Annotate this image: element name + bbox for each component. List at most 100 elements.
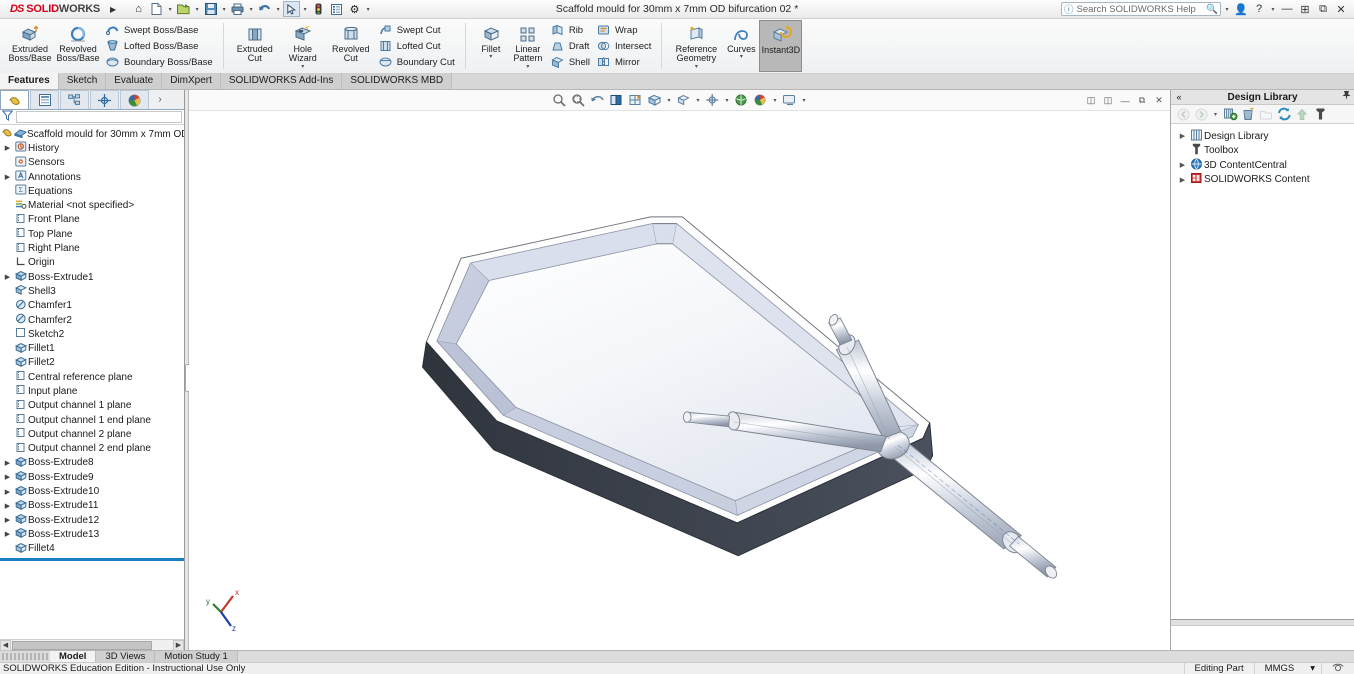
lofted-cut-button[interactable]: Lofted Cut (375, 39, 458, 54)
tree-item-sensors[interactable]: Sensors (0, 156, 184, 170)
save-caret-icon[interactable]: ▾ (220, 6, 228, 13)
view-settings-icon[interactable] (752, 92, 769, 109)
instant3d-button[interactable]: Instant3D (759, 20, 802, 72)
menu-expand-arrow[interactable]: ▶ (106, 2, 120, 16)
tab-model[interactable]: Model (50, 651, 96, 662)
tab-solidworks-add-ins[interactable]: SOLIDWORKS Add-Ins (221, 73, 342, 89)
scrollbar-thumb[interactable] (12, 641, 152, 650)
tab-evaluate[interactable]: Evaluate (106, 73, 162, 89)
tree-expand-arrow[interactable]: ▶ (2, 502, 13, 510)
previous-view-icon[interactable] (589, 92, 606, 109)
more-tabs-chevron-icon[interactable]: › (150, 90, 170, 109)
create-folder-icon[interactable] (1258, 106, 1274, 122)
add-to-library-icon[interactable] (1222, 106, 1238, 122)
units-caret-icon[interactable]: ▾ (1304, 663, 1321, 674)
tree-expand-arrow[interactable]: ▶ (1177, 176, 1188, 184)
design-library-item-design-library[interactable]: ▶ Design Library (1171, 129, 1354, 144)
rebuild-status-icon[interactable] (310, 1, 327, 17)
boundary-boss-base-button[interactable]: Boundary Boss/Base (102, 55, 216, 70)
tree-item-boss-extrude13[interactable]: ▶Boss-Extrude13 (0, 527, 184, 541)
tree-expand-arrow[interactable]: ▶ (2, 530, 13, 538)
new-document-icon[interactable] (148, 1, 165, 17)
dimxpert-manager-tab[interactable] (90, 90, 119, 109)
hole-wizard-button[interactable]: Hole Wizard ▾ (279, 20, 327, 72)
reference-geometry-dropdown-caret-icon[interactable]: ▾ (695, 65, 698, 70)
forward-icon[interactable] (1193, 106, 1209, 122)
scaffold-mould-3d-model[interactable] (189, 111, 1170, 650)
viewport-caret-icon[interactable]: ▾ (800, 97, 808, 104)
tree-item-material[interactable]: Material <not specified> (0, 198, 184, 212)
tab-sketch[interactable]: Sketch (59, 73, 107, 89)
tab-motion-study-1[interactable]: Motion Study 1 (155, 651, 237, 662)
home-icon[interactable]: ⌂ (130, 1, 147, 17)
revolved-boss-base-button[interactable]: Revolved Boss/Base (54, 20, 102, 72)
restore-button[interactable]: ⊞ (1297, 2, 1313, 16)
search-icon[interactable]: 🔍 (1206, 4, 1218, 15)
tree-item-sketch2[interactable]: Sketch2 (0, 327, 184, 341)
back-icon[interactable] (1175, 106, 1191, 122)
tree-item-output-channel-2-end-plane[interactable]: Output channel 2 end plane (0, 442, 184, 456)
tree-item-output-channel-1-plane[interactable]: Output channel 1 plane (0, 399, 184, 413)
section-view-icon[interactable] (608, 92, 625, 109)
intersect-button[interactable]: Intersect (593, 39, 654, 54)
tree-item-chamfer2[interactable]: Chamfer2 (0, 313, 184, 327)
toolbox-settings-icon[interactable] (1312, 106, 1328, 122)
hide-show-caret-icon[interactable]: ▾ (694, 97, 702, 104)
new-document-caret-icon[interactable]: ▾ (166, 6, 174, 13)
scroll-left-arrow-icon[interactable]: ◀ (0, 640, 11, 651)
tree-expand-arrow[interactable]: ▶ (2, 488, 13, 496)
view-orientation-icon[interactable] (627, 92, 644, 109)
tree-expand-arrow[interactable]: ▶ (2, 459, 13, 467)
hide-show-items-icon[interactable] (675, 92, 692, 109)
tree-expand-arrow[interactable]: ▶ (2, 473, 13, 481)
tree-item-equations[interactable]: ΣEquations (0, 184, 184, 198)
design-library-item-toolbox[interactable]: Toolbox (1171, 144, 1354, 159)
linear-pattern-button[interactable]: Linear Pattern ▾ (509, 20, 547, 72)
tree-expand-arrow[interactable]: ▶ (1177, 161, 1188, 169)
display-manager-tab[interactable] (120, 90, 149, 109)
settings-caret-icon[interactable]: ▾ (364, 6, 372, 13)
fillet-button[interactable]: Fillet ▾ (473, 20, 509, 72)
mirror-button[interactable]: Mirror (593, 55, 654, 70)
design-library-tree[interactable]: ▶ Design Library Toolbox ▶ (1171, 124, 1354, 619)
fillet-dropdown-caret-icon[interactable]: ▾ (489, 55, 492, 60)
feature-tree-tab[interactable] (0, 90, 29, 109)
select-tool-icon[interactable] (283, 1, 300, 17)
pin-icon[interactable] (1338, 90, 1354, 104)
boundary-cut-button[interactable]: Boundary Cut (375, 55, 458, 70)
tree-item-annotations[interactable]: ▶Annotations (0, 170, 184, 184)
minimize-button[interactable]: — (1279, 2, 1295, 16)
tree-item-history[interactable]: ▶History (0, 141, 184, 155)
apply-scene-icon[interactable] (733, 92, 750, 109)
open-document-caret-icon[interactable]: ▾ (193, 6, 201, 13)
undo-caret-icon[interactable]: ▾ (274, 6, 282, 13)
tree-item-output-channel-2-plane[interactable]: Output channel 2 plane (0, 427, 184, 441)
tree-item-boss-extrude9[interactable]: ▶Boss-Extrude9 (0, 470, 184, 484)
up-one-level-icon[interactable] (1294, 106, 1310, 122)
dropdown-caret-icon[interactable]: ▾ (1211, 106, 1220, 122)
save-icon[interactable] (202, 1, 219, 17)
swept-cut-button[interactable]: Swept Cut (375, 23, 458, 38)
tree-item-central-reference-plane[interactable]: Central reference plane (0, 370, 184, 384)
view-settings-caret-icon[interactable]: ▾ (771, 97, 779, 104)
shell-button[interactable]: Shell (547, 55, 593, 70)
tab-dimxpert[interactable]: DimXpert (162, 73, 221, 89)
configuration-manager-tab[interactable] (60, 90, 89, 109)
user-account-icon[interactable]: 👤 (1233, 2, 1249, 16)
tree-item-output-channel-1-end-plane[interactable]: Output channel 1 end plane (0, 413, 184, 427)
reference-geometry-button[interactable]: Reference Geometry ▾ (669, 20, 723, 72)
help-search-box[interactable]: ⓘ Search SOLIDWORKS Help 🔍 (1061, 2, 1221, 16)
revolved-cut-button[interactable]: Revolved Cut (327, 20, 375, 72)
tree-item-boss-extrude12[interactable]: ▶Boss-Extrude12 (0, 513, 184, 527)
tree-item-origin[interactable]: Origin (0, 256, 184, 270)
tab-solidworks-mbd[interactable]: SOLIDWORKS MBD (342, 73, 452, 89)
print-caret-icon[interactable]: ▾ (247, 6, 255, 13)
property-manager-tab[interactable] (30, 90, 59, 109)
display-style-caret-icon[interactable]: ▾ (665, 97, 673, 104)
select-caret-icon[interactable]: ▾ (301, 6, 309, 13)
tree-expand-arrow[interactable]: ▶ (2, 273, 13, 281)
extruded-cut-button[interactable]: Extruded Cut (231, 20, 279, 72)
feature-tree-horizontal-scrollbar[interactable]: ◀ ▶ (0, 639, 184, 650)
tree-item-input-plane[interactable]: Input plane (0, 384, 184, 398)
undo-icon[interactable] (256, 1, 273, 17)
